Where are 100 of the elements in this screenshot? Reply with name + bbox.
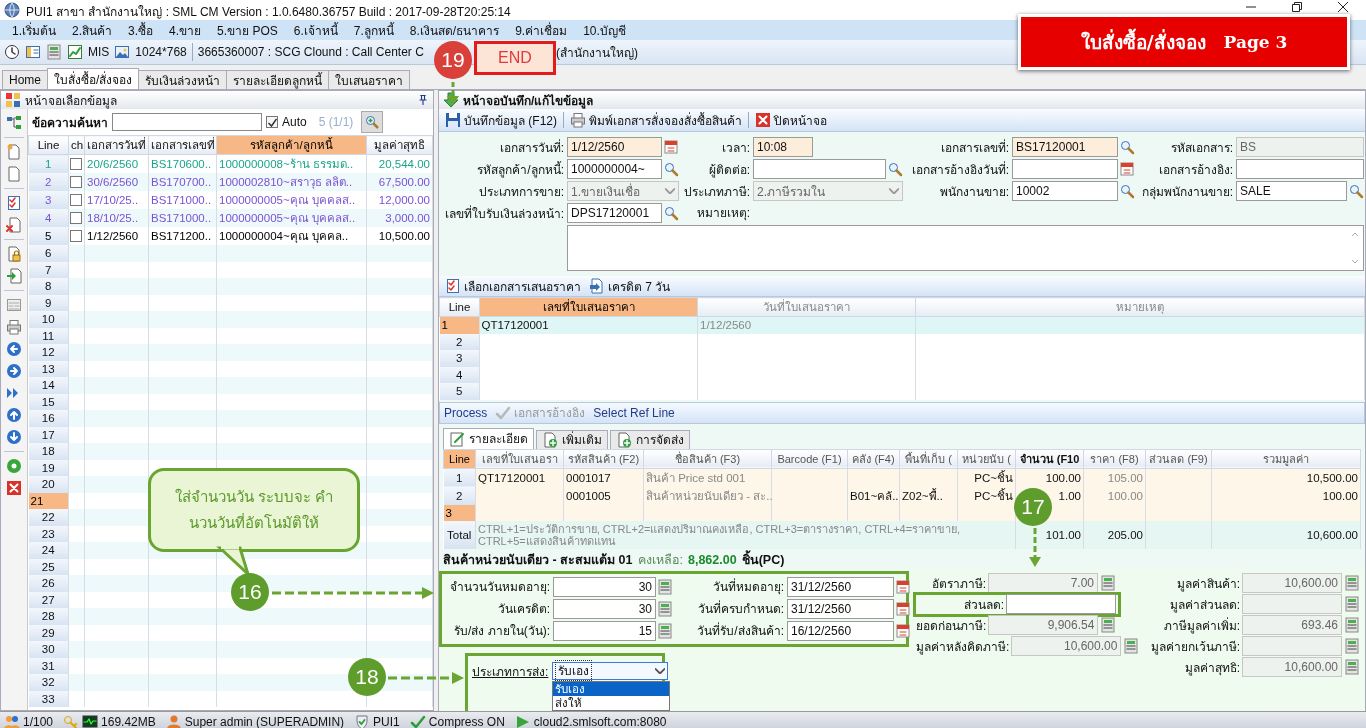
input-field[interactable]: 30	[553, 598, 656, 619]
search-icon[interactable]	[887, 161, 903, 177]
input-field[interactable]: 30	[553, 576, 656, 597]
toolbar-button[interactable]: บันทึกข้อมูล (F12)	[443, 110, 559, 130]
checkbox[interactable]	[70, 176, 82, 189]
dropdown-option[interactable]: รับเอง	[553, 681, 670, 696]
calculator-icon[interactable]	[1344, 659, 1360, 675]
calendar-icon[interactable]	[895, 600, 911, 617]
input-field[interactable]: 10002	[1012, 181, 1118, 201]
column-header[interactable]: Barcode (F1)	[771, 449, 848, 468]
column-header[interactable]: ส่วนลด (F9)	[1145, 449, 1212, 468]
input-field[interactable]	[1242, 594, 1342, 614]
form-icon[interactable]	[6, 297, 22, 313]
column-header[interactable]: คลัง (F4)	[847, 449, 900, 468]
input-field[interactable]: DPS17120001	[567, 203, 662, 223]
menu-item[interactable]: 6.เจ้าหนี้	[285, 20, 346, 40]
column-header[interactable]: รวมมูลค่า	[1211, 449, 1361, 468]
search-icon[interactable]	[1348, 183, 1364, 199]
search-icon[interactable]	[663, 161, 679, 177]
input-field[interactable]: 10,600.00	[1242, 657, 1342, 677]
calculator-icon[interactable]	[1344, 617, 1360, 633]
line-number[interactable]: 14	[28, 377, 69, 394]
tab[interactable]: Home	[2, 70, 48, 89]
input-field[interactable]: 31/12/2560	[787, 576, 894, 597]
checklist-icon[interactable]	[6, 195, 22, 211]
toolbar-link[interactable]: MIS	[88, 45, 110, 59]
column-header[interactable]: หน่วยนับ (	[957, 449, 1016, 468]
line-number[interactable]: 5	[439, 383, 480, 400]
clock-icon[interactable]	[4, 44, 20, 60]
toolbar-button[interactable]: ปิดหน้าจอ	[753, 110, 829, 130]
menu-item[interactable]: 10.บัญชี	[575, 20, 634, 40]
checkbox[interactable]	[70, 212, 82, 225]
line-number[interactable]: 26	[28, 575, 69, 592]
dropdown[interactable]: รับเอง	[552, 661, 669, 680]
line-number[interactable]: 4	[28, 209, 69, 227]
calculator-icon[interactable]	[1344, 575, 1360, 591]
calculator-icon[interactable]	[1344, 596, 1360, 612]
input-field[interactable]: 1000000004~	[567, 159, 662, 179]
line-number[interactable]: 22	[28, 509, 69, 526]
input-field[interactable]: 16/12/2560	[787, 620, 894, 641]
column-header[interactable]: เลขที่ใบเสนอรา	[475, 449, 564, 468]
input-field[interactable]	[1012, 159, 1118, 179]
input-field[interactable]: 10:08	[753, 137, 813, 157]
line-number[interactable]: 2	[443, 486, 476, 505]
tab[interactable]: รายละเอียดลูกหนี้	[226, 70, 330, 89]
tab[interactable]: รายละเอียด	[443, 427, 534, 449]
search-button[interactable]	[361, 111, 384, 133]
locked-document-icon[interactable]	[6, 246, 22, 262]
column-header[interactable]: เลขที่ใบเสนอราคา	[479, 297, 698, 317]
tab[interactable]: ใบสั่งซื้อ/สั่งจอง	[47, 68, 140, 89]
calculator-icon[interactable]	[657, 578, 673, 595]
menu-item[interactable]: 8.เงินสด/ธนาคาร	[401, 20, 508, 40]
tree-icon[interactable]	[6, 115, 22, 131]
line-number[interactable]: 6	[28, 245, 69, 262]
menu-item[interactable]: 5.ขาย POS	[209, 20, 286, 40]
column-header[interactable]: Line	[28, 135, 69, 155]
input-field[interactable]: BS17120001	[1012, 137, 1118, 157]
menu-item[interactable]: 1.เริ่มต้น	[4, 20, 64, 40]
line-number[interactable]: 3	[28, 191, 69, 209]
line-number[interactable]: 28	[28, 608, 69, 625]
calculator-icon[interactable]	[1123, 638, 1140, 654]
checkbox[interactable]	[70, 158, 82, 171]
delete-document-icon[interactable]	[6, 217, 22, 233]
pin-icon[interactable]	[417, 94, 429, 106]
chart-icon[interactable]	[67, 44, 83, 60]
screen-resolution[interactable]: 1024*768	[135, 45, 187, 59]
line-number[interactable]: 24	[28, 542, 69, 559]
input-field[interactable]: 693.46	[1242, 615, 1342, 635]
column-header[interactable]: มูลค่าสุทธิ	[366, 135, 433, 155]
tab[interactable]: เพิ่มเติม	[536, 429, 608, 449]
document-icon[interactable]	[6, 166, 22, 182]
line-number[interactable]: 1	[439, 317, 480, 334]
input-field[interactable]: 9,906.54	[988, 615, 1099, 635]
input-field[interactable]	[1242, 636, 1342, 656]
toolbar-button[interactable]: เลือกเอกสารเสนอราคา	[443, 276, 583, 296]
toolbar-button[interactable]: พิมพ์เอกสารสั่งจองสั่งซื้อสินค้า	[568, 110, 744, 130]
printer-icon[interactable]	[6, 319, 22, 335]
calendar-icon[interactable]	[663, 139, 679, 155]
target-icon[interactable]	[6, 458, 22, 474]
remark-field[interactable]	[567, 225, 1364, 271]
line-number[interactable]: 16	[28, 410, 69, 427]
line-number[interactable]: 30	[28, 641, 69, 658]
new-document-icon[interactable]	[6, 144, 22, 160]
checkbox[interactable]	[266, 116, 278, 128]
column-header[interactable]: จำนวน (F10	[1015, 449, 1084, 468]
column-header[interactable]: เอกสารวันที่	[84, 135, 149, 155]
toolbar-button[interactable]: เครดิต 7 วัน	[587, 276, 673, 296]
menu-item[interactable]: 7.ลูกหนี้	[345, 20, 402, 40]
column-header[interactable]: Line	[439, 297, 480, 317]
calendar-icon[interactable]	[1119, 161, 1135, 177]
tab[interactable]: รับเงินล่วงหน้า	[138, 70, 228, 89]
toolbar-button[interactable]: Select Ref Line	[593, 405, 675, 420]
input-field[interactable]: 15	[553, 620, 656, 641]
calculator-icon[interactable]	[1100, 617, 1117, 633]
line-number[interactable]: 3	[439, 350, 480, 367]
search-field[interactable]	[112, 113, 262, 131]
input-field[interactable]	[1006, 594, 1116, 614]
line-number[interactable]: 8	[28, 278, 69, 295]
image-icon[interactable]	[114, 44, 131, 60]
tab[interactable]: การจัดส่ง	[610, 429, 690, 449]
